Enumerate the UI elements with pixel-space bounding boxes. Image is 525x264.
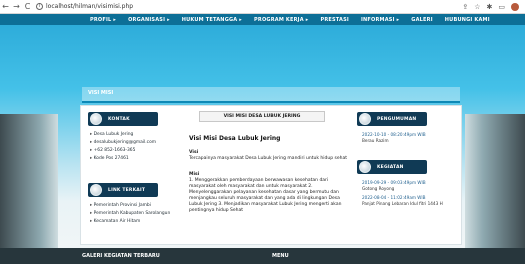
content-panel: KONTAK Desa Lubuk Jering desalubukjering… <box>80 105 462 245</box>
back-button[interactable]: ← <box>0 2 11 11</box>
breadcrumb-label: VISI MISI <box>88 90 114 96</box>
address-text: localhost/hilman/visimisi.php <box>46 3 134 10</box>
news-title[interactable]: Berau Razim <box>362 138 426 144</box>
avatar[interactable] <box>511 2 519 11</box>
background-image-left <box>0 114 58 249</box>
list-item: Kode Pos 27461 <box>90 155 156 163</box>
info-icon[interactable]: i <box>36 3 43 10</box>
browser-actions: ⇪ ☆ ✱ ▭ <box>462 2 525 11</box>
menu-item-prestasi[interactable]: PRESTASI <box>320 17 349 23</box>
menu-item-profil[interactable]: PROFIL ▸ <box>90 17 116 23</box>
link-terkait-title: LINK TERKAIT <box>108 187 146 193</box>
contact-icon <box>90 113 102 125</box>
menu-item-galeri[interactable]: GALERI <box>411 17 433 23</box>
webpage: PROFIL ▸ ORGANISASI ▸ HUKUM TETANGGA ▸ P… <box>0 14 525 264</box>
forward-button[interactable]: → <box>11 2 22 11</box>
kontak-list: Desa Lubuk Jering desalubukjering@gmail.… <box>90 131 156 163</box>
kontak-header: KONTAK <box>88 112 158 126</box>
kegiatan-list: 2019-09-29 - 09:03:49pm WIB Gotong Royon… <box>362 180 443 206</box>
share-icon[interactable]: ⇪ <box>462 3 468 11</box>
misi-text: 1. Menggerakkan pemberdayaan berwawasan … <box>189 178 342 213</box>
list-item: Desa Lubuk Jering <box>90 131 156 139</box>
activity-icon <box>359 161 371 173</box>
background-image-right <box>465 114 525 249</box>
list-item[interactable]: Kecamatan Air Hitam <box>90 218 170 226</box>
pengumuman-list: 2022-10-10 - 08:20:49pm WIB Berau Razim <box>362 132 426 143</box>
footer-gallery-title: GALERI KEGIATAN TERBARU <box>82 253 160 259</box>
main-menu: PROFIL ▸ ORGANISASI ▸ HUKUM TETANGGA ▸ P… <box>0 14 525 25</box>
kegiatan-title: KEGIATAN <box>377 164 404 170</box>
window-icon[interactable]: ▭ <box>498 3 505 11</box>
link-list: Pemerintah Provinsi Jambi Pemerintah Kab… <box>90 202 171 226</box>
kontak-title: KONTAK <box>108 116 130 122</box>
visi-text: Tercapainya masyarakat Desa Lubuk Jering… <box>189 156 347 161</box>
breadcrumb: VISI MISI <box>82 87 460 103</box>
reload-button[interactable]: C <box>22 2 33 11</box>
footer: GALERI KEGIATAN TERBARU MENU <box>0 248 525 264</box>
menu-item-program-kerja[interactable]: PROGRAM KERJA ▸ <box>254 17 308 23</box>
star-icon[interactable]: ☆ <box>474 3 480 11</box>
menu-item-organisasi[interactable]: ORGANISASI ▸ <box>128 17 170 23</box>
announcement-icon <box>359 113 371 125</box>
menu-item-hubungi-kami[interactable]: HUBUNGI KAMI <box>445 17 490 23</box>
news-title[interactable]: Panjat Pinang Lebaran Idul fitri 1443 H <box>362 201 443 207</box>
link-icon <box>90 184 102 196</box>
page-title: Visi Misi Desa Lubuk Jering <box>189 135 281 142</box>
address-bar[interactable]: i localhost/hilman/visimisi.php <box>36 3 133 10</box>
footer-menu-title: MENU <box>272 253 289 259</box>
menu-item-informasi[interactable]: INFORMASI ▸ <box>361 17 399 23</box>
menu-item-hukum-tetangga[interactable]: HUKUM TETANGGA ▸ <box>182 17 242 23</box>
visi-misi-content: Visi Misi Desa Lubuk Jering Visi Tercapa… <box>189 136 347 214</box>
kegiatan-header: KEGIATAN <box>357 160 427 174</box>
visi-misi-tab: VISI MISI DESA LUBUK JERING <box>199 111 325 122</box>
pengumuman-header: PENGUMUMAN <box>357 112 427 126</box>
link-terkait-header: LINK TERKAIT <box>88 183 158 197</box>
list-item: desalubukjering@gmail.com <box>90 139 156 147</box>
browser-toolbar: ← → C i localhost/hilman/visimisi.php ⇪ … <box>0 0 525 14</box>
list-item[interactable]: Pemerintah Provinsi Jambi <box>90 202 170 210</box>
news-date: 2022-10-10 - 08:20:49pm WIB <box>362 132 426 137</box>
list-item[interactable]: Pemerintah Kabupaten Sarolangun <box>90 210 171 218</box>
pengumuman-title: PENGUMUMAN <box>377 116 417 122</box>
news-title[interactable]: Gotong Royong <box>362 186 443 192</box>
extensions-icon[interactable]: ✱ <box>487 3 493 11</box>
list-item: +62 852-1663-365 <box>90 147 156 155</box>
